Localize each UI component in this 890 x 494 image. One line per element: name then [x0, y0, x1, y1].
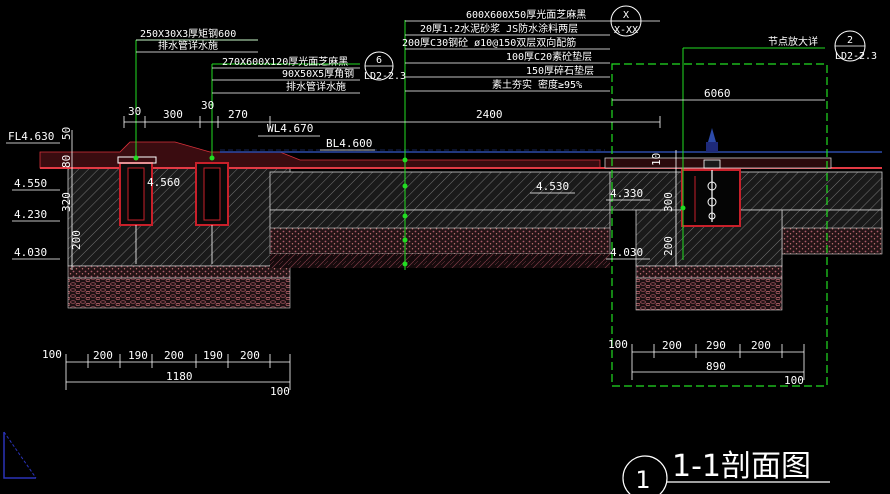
note-top-2: 20厚1:2水泥砂浆 JS防水涂料两层 — [420, 22, 578, 35]
vdim-320: 320 — [60, 192, 73, 212]
dim-top-6060: 6060 — [704, 87, 731, 100]
dim-br-100b: 100 — [784, 374, 804, 387]
dim-top-270: 270 — [228, 108, 248, 121]
level-4030-right: 4.030 — [610, 246, 643, 259]
notes-left: 250X30X3厚矩钢600 排水管详水施 — [140, 27, 236, 52]
dim-br-200b: 200 — [751, 339, 771, 352]
dim-bl-190a: 190 — [128, 349, 148, 362]
drawing-title: 1 1-1剖面图 — [622, 449, 830, 494]
dim-bl-100b: 100 — [270, 385, 290, 398]
callout-6-top: 6 — [376, 55, 382, 66]
level-bl: BL4.600 — [326, 137, 372, 150]
vdim-50: 50 — [60, 127, 73, 140]
dim-top-300: 300 — [163, 108, 183, 121]
vdim-right-200: 200 — [662, 236, 675, 256]
detail-label: 节点放大详 — [768, 35, 818, 48]
level-4560: 4.560 — [147, 176, 180, 189]
dim-br-290: 290 — [706, 339, 726, 352]
dim-top-30a: 30 — [128, 105, 141, 118]
dim-bl-200c: 200 — [240, 349, 260, 362]
callout-x-bottom: X-XX — [614, 25, 638, 36]
dim-br-100a: 100 — [608, 338, 628, 351]
note-top-3: 200厚C30钢砼 ø10@150双层双向配筋 — [402, 36, 576, 49]
callout-2: 节点放大详 2 LD2-2.3 — [768, 30, 877, 62]
note-left-1: 250X30X3厚矩钢600 — [140, 27, 236, 40]
dim-bl-200a: 200 — [93, 349, 113, 362]
level-4230: 4.230 — [14, 208, 47, 221]
note-mid-2: 90X50X5厚角钢 — [282, 67, 354, 80]
vdim-right-10: 10 — [650, 153, 663, 166]
note-mid-1: 270X600X120厚光面芝麻黑 — [222, 55, 348, 68]
notes-mid: 270X600X120厚光面芝麻黑 90X50X5厚角钢 排水管详水施 — [222, 55, 354, 93]
dim-top-2400: 2400 — [476, 108, 503, 121]
callout-x: X X-XX — [610, 5, 642, 37]
note-top-5: 150厚碎石垫层 — [526, 64, 594, 77]
vdim-right-300: 300 — [662, 192, 675, 212]
dim-br-200a: 200 — [662, 339, 682, 352]
notes-top: 600X600X50厚光面芝麻黑 20厚1:2水泥砂浆 JS防水涂料两层 200… — [402, 8, 594, 91]
vdim-200: 200 — [70, 230, 83, 250]
dim-bl-total: 1180 — [166, 370, 193, 383]
level-4330: 4.330 — [610, 187, 643, 200]
bottom-left-dims: 100 200 190 200 190 200 1180 100 — [42, 348, 290, 398]
dim-bl-190b: 190 — [203, 349, 223, 362]
note-mid-3: 排水管详水施 — [286, 80, 346, 93]
title-number: 1 — [635, 466, 650, 494]
top-dimensions: 30 300 30 270 2400 6060 — [128, 87, 731, 121]
title-text: 1-1剖面图 — [672, 449, 811, 484]
note-top-6: 素土夯实 密度≥95% — [492, 78, 582, 91]
level-wl: WL4.670 — [267, 122, 313, 135]
section-drawing: 250X30X3厚矩钢600 排水管详水施 270X600X120厚光面芝麻黑 … — [3, 5, 883, 494]
note-left-2: 排水管详水施 — [158, 39, 218, 52]
ucs-icon — [3, 431, 37, 479]
callout-6-bottom: LD2-2.3 — [364, 71, 406, 82]
level-4530: 4.530 — [536, 180, 569, 193]
callout-2-bottom: LD2-2.3 — [835, 51, 877, 62]
right-channel-structure — [604, 128, 883, 311]
level-4030: 4.030 — [14, 246, 47, 259]
level-fl: FL4.630 — [8, 130, 54, 143]
vdim-80: 80 — [60, 155, 73, 168]
level-4550: 4.550 — [14, 177, 47, 190]
dim-br-total: 890 — [706, 360, 726, 373]
callout-2-top: 2 — [847, 35, 853, 46]
dim-bl-200b: 200 — [164, 349, 184, 362]
dim-top-30b: 30 — [201, 99, 214, 112]
note-top-1: 600X600X50厚光面芝麻黑 — [466, 8, 586, 21]
callout-6: 6 LD2-2.3 — [364, 51, 406, 82]
callout-x-top: X — [623, 10, 629, 21]
dim-bl-100a: 100 — [42, 348, 62, 361]
bottom-right-dims: 100 200 290 200 890 100 — [608, 338, 804, 387]
note-top-4: 100厚C20素砼垫层 — [506, 50, 592, 63]
